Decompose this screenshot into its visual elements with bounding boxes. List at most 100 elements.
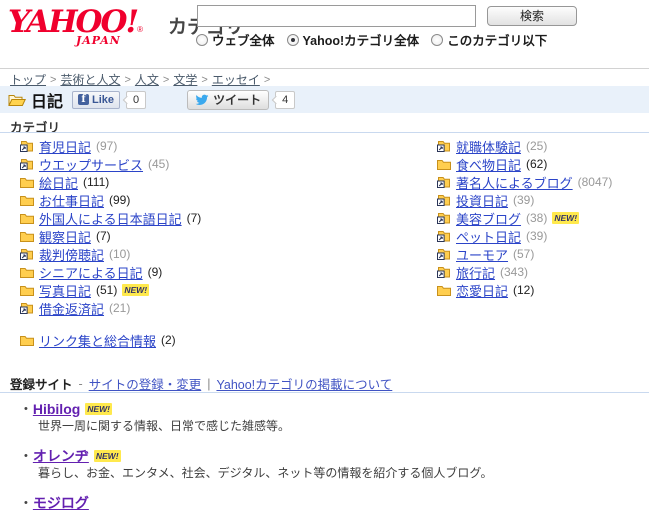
site-entry: • Hibilog NEW! 世界一周に関する情報、日常で感じた雑感等。 — [24, 400, 634, 434]
pipe-separator: | — [207, 376, 211, 391]
radio-icon[interactable] — [431, 33, 444, 46]
category-count: (7) — [186, 211, 202, 225]
category-count: (2) — [161, 333, 176, 347]
folder-link-icon — [437, 248, 451, 260]
facebook-icon: f — [78, 94, 90, 105]
bullet-icon: • — [24, 402, 28, 415]
like-count: 0 — [126, 90, 147, 109]
folder-icon — [20, 194, 34, 206]
like-label: Like — [92, 93, 115, 106]
scope-label: ウェブ全体 — [212, 34, 275, 48]
category-link[interactable]: ウエップサービス — [39, 155, 143, 174]
folder-icon — [20, 176, 34, 188]
registered-sites-header: 登録サイト - サイトの登録・変更 | Yahoo!カテゴリの掲載について — [10, 374, 392, 393]
category-item: シニアによる日記 (9) — [20, 263, 400, 281]
dash-separator: - — [78, 376, 83, 391]
category-link[interactable]: 裁判傍聴記 — [39, 245, 104, 264]
category-item: 絵日記 (111) — [20, 173, 400, 191]
categories-divider — [0, 132, 649, 133]
category-link[interactable]: 写真日記 — [39, 281, 91, 300]
category-item: リンク集と総合情報 (2) — [20, 331, 176, 349]
category-item: 観察日記 (7) — [20, 227, 400, 245]
category-link[interactable]: 絵日記 — [39, 173, 78, 192]
site-description: 暮らし、お金、エンタメ、社会、デジタル、ネット等の情報を紹介する個人ブログ。 — [38, 466, 493, 480]
folder-link-icon — [437, 230, 451, 242]
tweet-button[interactable]: ツイート — [187, 89, 270, 110]
search-input[interactable] — [197, 5, 476, 27]
category-link[interactable]: ユーモア — [456, 245, 508, 264]
category-column-right: 就職体験記 (25) 食べ物日記 (62) 著名人によるブログ (8047) 投資日記 (39… — [437, 137, 647, 299]
yahoo-category-page: YAHOO!® JAPAN カテゴリ 検索 ウェブ全体 Yahoo!カテゴリ全体 こ… — [0, 0, 649, 513]
folder-icon — [20, 230, 34, 242]
category-link[interactable]: 美容ブログ — [456, 209, 521, 228]
category-link[interactable]: シニアによる日記 — [39, 263, 143, 282]
category-link[interactable]: 借金返済記 — [39, 299, 104, 318]
category-count: (8047) — [577, 175, 613, 189]
category-count: (62) — [526, 157, 548, 171]
category-link[interactable]: ペット日記 — [456, 227, 521, 246]
site-link[interactable]: モジログ — [33, 493, 89, 513]
folder-link-icon — [437, 140, 451, 152]
category-item: お仕事日記 (99) — [20, 191, 400, 209]
scope-radio-2[interactable]: このカテゴリ以下 — [431, 30, 547, 49]
category-item: 育児日記 (97) — [20, 137, 400, 155]
facebook-like-button[interactable]: f Like — [72, 90, 121, 109]
breadcrumb-separator: > — [50, 73, 57, 86]
folder-link-icon — [437, 176, 451, 188]
category-item: ユーモア (57) — [437, 245, 647, 263]
folder-link-icon — [437, 266, 451, 278]
radio-icon[interactable] — [196, 33, 208, 46]
category-policy-link[interactable]: Yahoo!カテゴリの掲載について — [216, 374, 392, 393]
category-item: 就職体験記 (25) — [437, 137, 647, 155]
bullet-icon: • — [24, 496, 28, 509]
category-item: 写真日記 (51) NEW! — [20, 281, 400, 299]
category-link[interactable]: 育児日記 — [39, 137, 91, 156]
category-count: (343) — [500, 265, 529, 279]
scope-radio-1[interactable]: Yahoo!カテゴリ全体 — [286, 30, 420, 49]
radio-icon[interactable] — [286, 33, 299, 46]
folder-link-icon — [20, 140, 34, 152]
bullet-icon: • — [24, 449, 28, 462]
category-link[interactable]: 恋愛日記 — [456, 281, 508, 300]
category-item: 旅行記 (343) — [437, 263, 647, 281]
category-count: (97) — [96, 139, 118, 153]
tweet-label: ツイート — [213, 93, 262, 107]
folder-icon — [437, 284, 451, 296]
open-folder-icon — [8, 93, 26, 107]
search-button[interactable]: 検索 — [487, 6, 577, 26]
scope-radio-0[interactable]: ウェブ全体 — [196, 30, 275, 49]
folder-link-icon — [437, 212, 451, 224]
site-entry: • オレンヂ NEW! 暮らし、お金、エンタメ、社会、デジタル、ネット等の情報を紹介す… — [24, 447, 634, 481]
tweet-count: 4 — [275, 90, 296, 109]
scope-label: Yahoo!カテゴリ全体 — [302, 34, 420, 48]
folder-link-icon — [20, 302, 34, 314]
category-item: 裁判傍聴記 (10) — [20, 245, 400, 263]
header-divider — [0, 68, 649, 69]
site-register-link[interactable]: サイトの登録・変更 — [89, 374, 202, 393]
logo-japan-text: JAPAN — [76, 34, 121, 47]
category-item: 著名人によるブログ (8047) — [437, 173, 647, 191]
categories-heading: カテゴリ — [10, 121, 61, 135]
scope-label: このカテゴリ以下 — [447, 34, 548, 48]
category-item: 美容ブログ (38) NEW! — [437, 209, 647, 227]
breadcrumb-separator: > — [124, 73, 131, 86]
new-badge: NEW! — [93, 449, 121, 462]
site-link[interactable]: Hibilog — [33, 401, 80, 417]
category-link[interactable]: 就職体験記 — [456, 137, 521, 156]
category-link[interactable]: 旅行記 — [456, 263, 495, 282]
category-link[interactable]: お仕事日記 — [39, 191, 104, 210]
category-link[interactable]: 投資日記 — [456, 191, 508, 210]
category-link[interactable]: リンク集と総合情報 — [39, 331, 156, 350]
yahoo-japan-logo[interactable]: YAHOO!® JAPAN — [8, 4, 168, 47]
category-count: (25) — [526, 139, 548, 153]
site-list: • Hibilog NEW! 世界一周に関する情報、日常で感じた雑感等。 • オレンヂ NE… — [24, 400, 634, 513]
folder-icon — [20, 334, 34, 346]
category-link[interactable]: 食べ物日記 — [456, 155, 521, 174]
category-title-band: 日記 f Like 0 ツイート 4 — [0, 86, 649, 113]
folder-icon — [20, 266, 34, 278]
category-item: ペット日記 (39) — [437, 227, 647, 245]
site-link[interactable]: オレンヂ — [33, 446, 89, 466]
category-link[interactable]: 著名人によるブログ — [456, 173, 573, 192]
category-link[interactable]: 外国人による日本語日記 — [39, 209, 182, 228]
category-link[interactable]: 観察日記 — [39, 227, 91, 246]
